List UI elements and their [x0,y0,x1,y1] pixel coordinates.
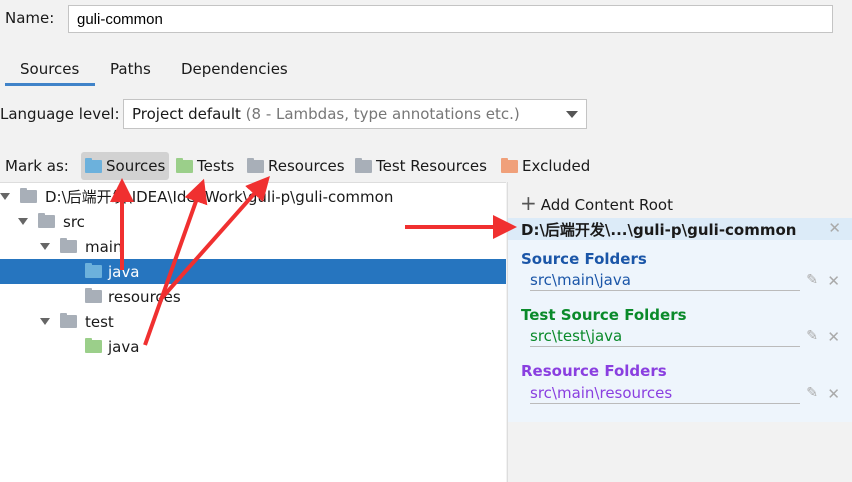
arrow [158,176,270,302]
annotation-arrows [110,176,517,346]
arrow [143,178,208,346]
